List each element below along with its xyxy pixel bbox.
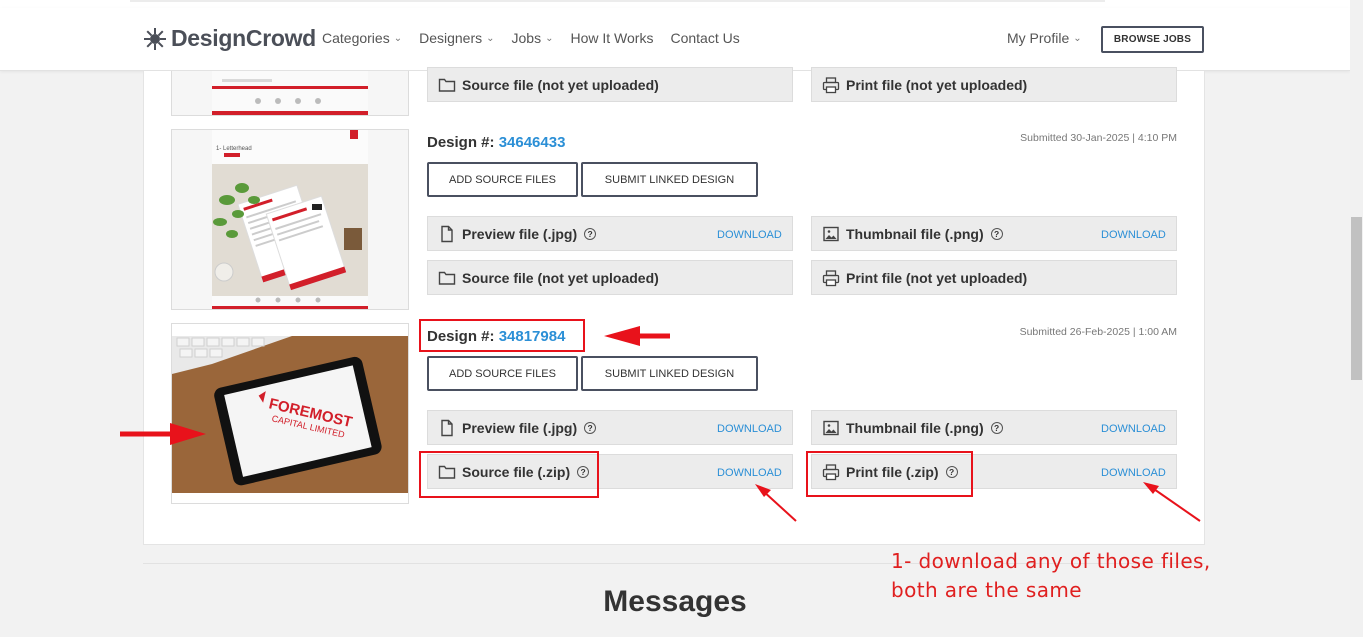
annotation-note-line-1: 1- download any of those files, — [891, 549, 1211, 573]
annotation-note: 1- download any of those files, both are… — [891, 547, 1211, 605]
annotation-arrow-left-icon — [604, 326, 670, 346]
annotation-arrow-diagonal-icon — [755, 484, 797, 522]
annotation-arrows — [120, 326, 1201, 522]
annotation-arrow-diagonal-icon — [1143, 482, 1201, 522]
annotation-note-line-2: both are the same — [891, 578, 1082, 602]
annotation-arrow-right-icon — [120, 423, 206, 445]
